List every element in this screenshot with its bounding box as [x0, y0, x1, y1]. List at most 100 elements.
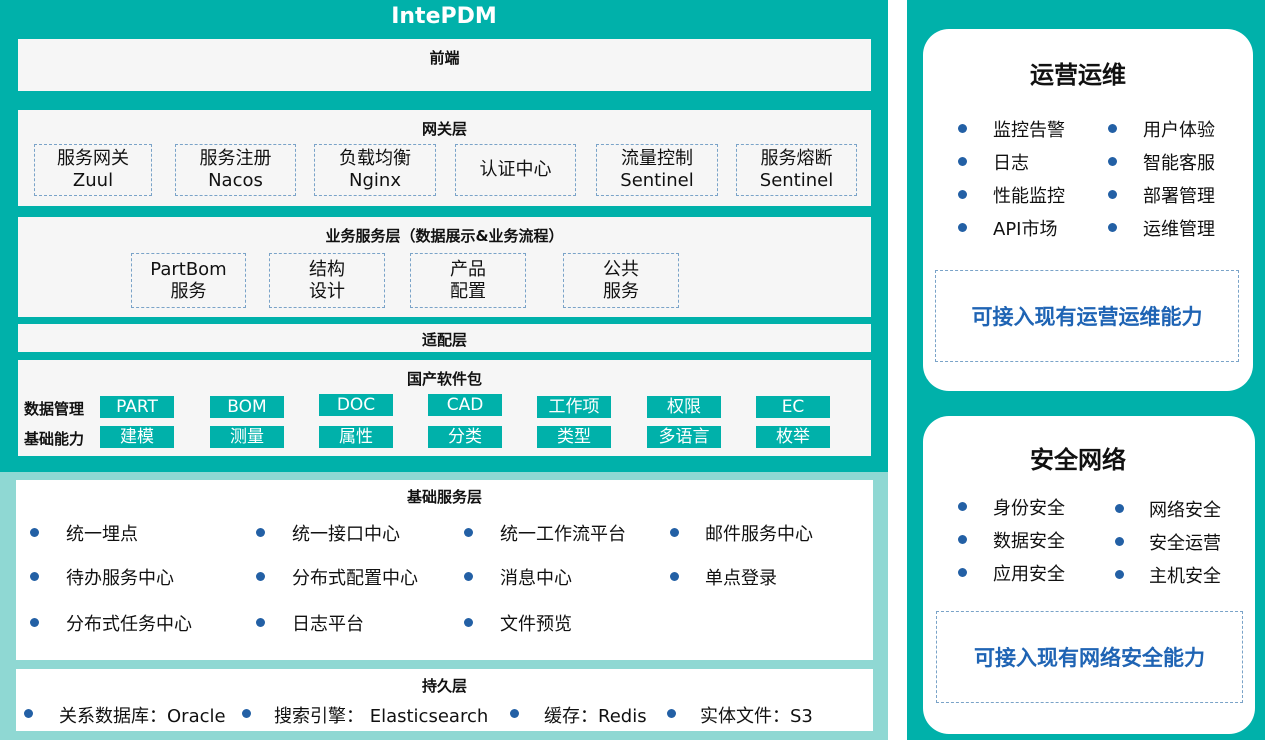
bullet-icon [256, 618, 265, 627]
base-item: 分布式任务中心 [66, 614, 192, 635]
persistence-item: 关系数据库：Oracle [59, 706, 226, 727]
security-item: 网络安全 [1149, 500, 1221, 521]
tag-cad: CAD [428, 394, 502, 416]
tag-classify: 分类 [428, 426, 502, 448]
business-item-line1: 产品 [450, 258, 486, 280]
base-item: 待办服务中心 [66, 568, 174, 589]
base-item: 分布式配置中心 [292, 568, 418, 589]
bullet-icon [1108, 223, 1117, 232]
security-card: 安全网络 身份安全 网络安全 数据安全 安全运营 应用安全 主机安全 可接入现有… [923, 416, 1255, 734]
gateway-title: 网关层 [421, 120, 467, 138]
base-item: 单点登录 [705, 568, 777, 589]
business-item-structure: 结构 设计 [269, 253, 385, 308]
base-item: 消息中心 [500, 568, 572, 589]
bullet-icon [1115, 537, 1124, 546]
tag-enum: 枚举 [756, 426, 830, 448]
gateway-item-line1: 负载均衡 [339, 148, 411, 169]
row-label-data: 数据管理 [24, 400, 85, 418]
tag-part: PART [100, 396, 174, 418]
ops-item: API市场 [993, 219, 1058, 240]
base-item: 文件预览 [500, 614, 572, 635]
bullet-icon [958, 157, 967, 166]
business-item-line1: 公共 [603, 258, 639, 280]
tag-doc: DOC [319, 394, 393, 416]
domestic-layer: 国产软件包 数据管理 基础能力 PART BOM DOC CAD 工作项 权限 … [18, 360, 871, 456]
row-label-basic: 基础能力 [24, 430, 85, 448]
business-item-line2: 设计 [309, 280, 345, 302]
tag-multilang: 多语言 [647, 426, 721, 448]
bullet-icon [1108, 124, 1117, 133]
base-item: 日志平台 [292, 614, 364, 635]
tag-ec: EC [756, 396, 830, 418]
bullet-icon [958, 223, 967, 232]
business-item-partbom: PartBom 服务 [131, 253, 246, 308]
bullet-icon [30, 528, 39, 537]
tag-bom: BOM [210, 396, 284, 418]
bullet-icon [1108, 157, 1117, 166]
ops-capability-text: 可接入现有运营运维能力 [971, 305, 1203, 329]
bullet-icon [30, 572, 39, 581]
gateway-item-line1: 服务网关 [57, 148, 129, 169]
ops-item: 性能监控 [993, 186, 1065, 207]
business-item-line2: 服务 [603, 280, 639, 302]
domestic-title: 国产软件包 [406, 370, 482, 388]
tag-attribute: 属性 [319, 426, 393, 448]
tag-workitem: 工作项 [537, 396, 611, 418]
bullet-icon [958, 568, 967, 577]
business-item-product: 产品 配置 [410, 253, 526, 308]
bullet-icon [24, 709, 33, 718]
business-layer: 业务服务层（数据展示&业务流程） PartBom 服务 结构 设计 产品 配置 … [18, 217, 871, 317]
bullet-icon [1115, 504, 1124, 513]
gateway-item-line1: 服务熔断 [760, 148, 833, 169]
bullet-icon [464, 572, 473, 581]
business-item-public: 公共 服务 [563, 253, 679, 308]
base-item: 统一埋点 [66, 524, 138, 545]
business-item-line2: 服务 [170, 280, 207, 302]
bullet-icon [670, 528, 679, 537]
persistence-item: 实体文件：S3 [700, 706, 813, 727]
gateway-item-zuul: 服务网关 Zuul [34, 144, 152, 196]
ops-capability: 可接入现有运营运维能力 [935, 270, 1239, 362]
gateway-item-line1: 流量控制 [621, 148, 693, 169]
base-services-layer: 基础服务层 统一埋点 统一接口中心 统一工作流平台 邮件服务中心 待办服务中心 … [16, 480, 873, 660]
adapter-layer: 适配层 [18, 324, 871, 352]
gateway-item-line2: Sentinel [620, 170, 694, 191]
business-item-line1: 结构 [309, 258, 345, 280]
base-item: 统一接口中心 [292, 524, 400, 545]
base-services-title: 基础服务层 [406, 488, 482, 506]
bullet-icon [670, 572, 679, 581]
gateway-item-line1: 认证中心 [479, 159, 552, 180]
gateway-item-auth: 认证中心 [455, 144, 576, 196]
ops-item: 运维管理 [1143, 219, 1215, 240]
base-item: 邮件服务中心 [705, 524, 813, 545]
business-item-line1: PartBom [150, 258, 227, 280]
ops-item: 日志 [993, 153, 1029, 174]
bullet-icon [464, 618, 473, 627]
gateway-item-line2: Nacos [208, 170, 263, 191]
bullet-icon [1115, 570, 1124, 579]
gateway-layer: 网关层 服务网关 Zuul 服务注册 Nacos 负载均衡 Nginx 认证中心… [18, 110, 871, 206]
persistence-title: 持久层 [421, 677, 467, 695]
business-item-line2: 配置 [450, 280, 486, 302]
ops-item: 监控告警 [993, 120, 1065, 141]
frontend-layer: 前端 [18, 39, 871, 91]
bullet-icon [464, 528, 473, 537]
base-item: 统一工作流平台 [500, 524, 626, 545]
gateway-item-breaker: 服务熔断 Sentinel [736, 144, 857, 196]
security-capability: 可接入现有网络安全能力 [936, 611, 1243, 703]
security-item: 身份安全 [993, 498, 1065, 519]
security-capability-text: 可接入现有网络安全能力 [974, 646, 1205, 670]
app-title: IntePDM [391, 4, 497, 29]
tag-type: 类型 [537, 426, 611, 448]
frontend-title: 前端 [429, 49, 460, 67]
gateway-item-flow: 流量控制 Sentinel [596, 144, 718, 196]
gateway-item-line1: 服务注册 [199, 148, 272, 169]
bullet-icon [958, 190, 967, 199]
bullet-icon [242, 709, 251, 718]
bullet-icon [1108, 190, 1117, 199]
bullet-icon [256, 572, 265, 581]
ops-item: 智能客服 [1143, 153, 1215, 174]
security-item: 主机安全 [1149, 566, 1221, 587]
tag-permission: 权限 [647, 396, 721, 418]
gateway-item-line2: Nginx [349, 170, 401, 191]
